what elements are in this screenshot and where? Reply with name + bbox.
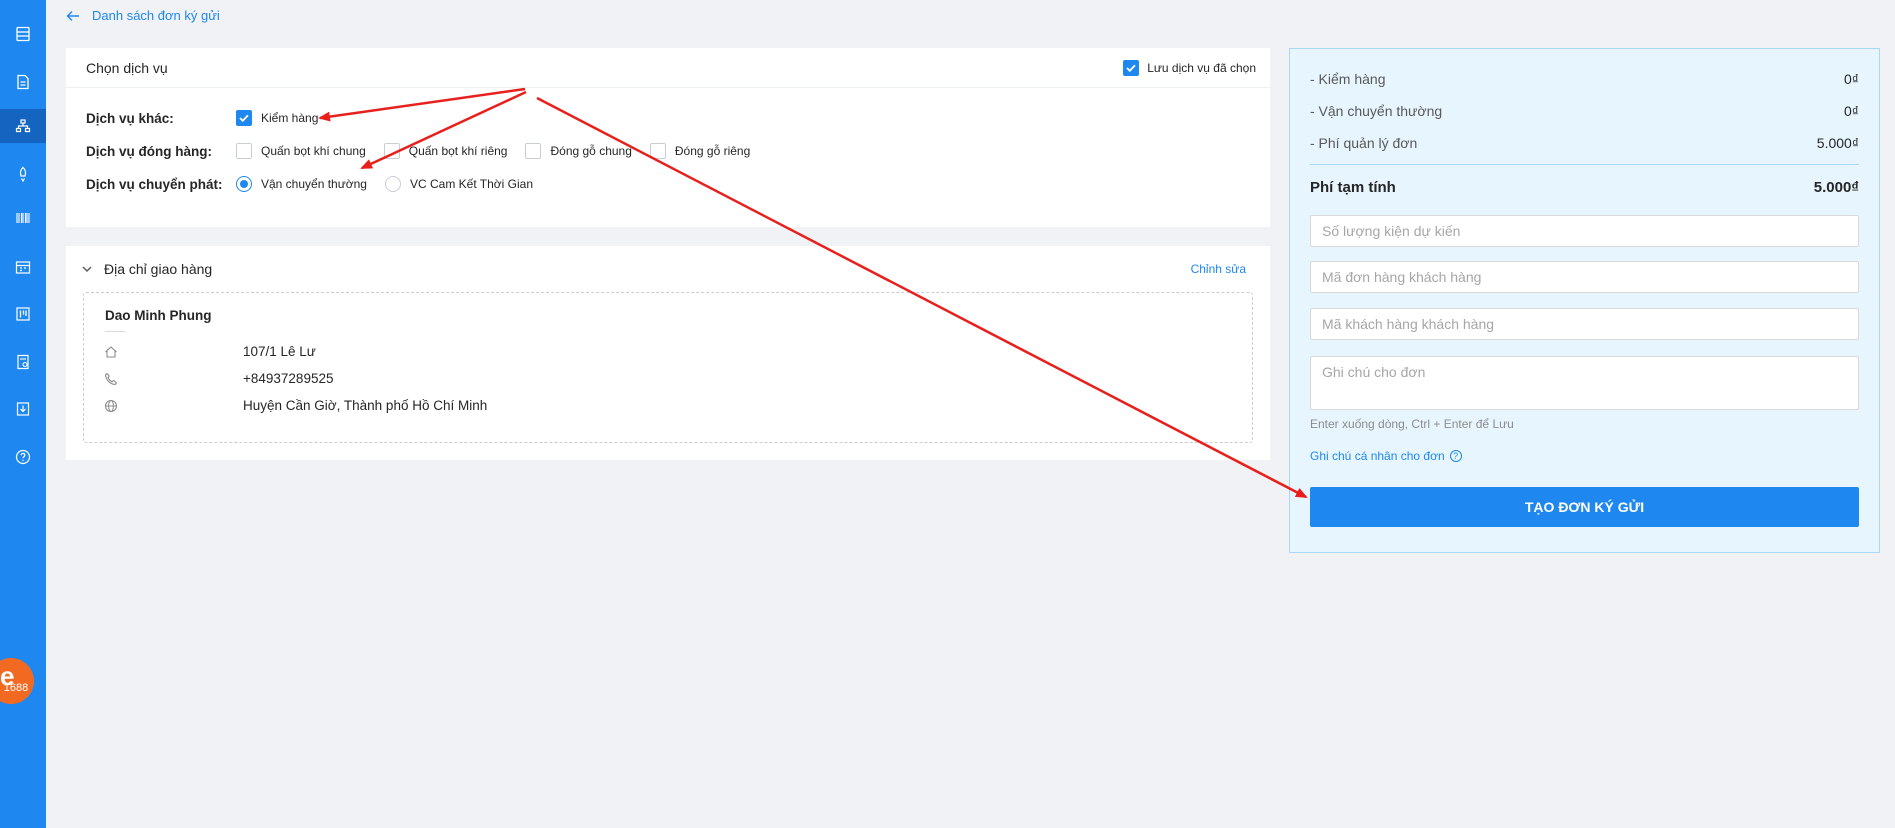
other-services-row: Dịch vụ khác: Kiểm hàng: [86, 110, 336, 126]
delivery-services-row: Dịch vụ chuyển phát: Vận chuyển thường V…: [86, 176, 551, 192]
fee-row: - Phí quản lý đơn 5.000₫: [1310, 135, 1859, 151]
region-line: Huyện Cần Giờ, Thành phố Hồ Chí Minh: [104, 398, 487, 413]
document-icon[interactable]: [0, 65, 46, 99]
fee-value: 0₫: [1844, 103, 1859, 119]
dong-go-chung-checkbox[interactable]: [525, 143, 542, 159]
save-services-checkbox[interactable]: [1123, 59, 1140, 76]
address-header: Địa chỉ giao hàng Chỉnh sửa: [66, 246, 1270, 292]
phone-text: +84937289525: [243, 371, 334, 386]
list-icon[interactable]: [0, 17, 46, 51]
personal-note-link[interactable]: Ghi chú cá nhân cho đơn ?: [1310, 449, 1462, 463]
note-hint: Enter xuống dòng, Ctrl + Enter để Lưu: [1310, 417, 1514, 431]
other-services-label: Dịch vụ khác:: [86, 110, 174, 126]
name-divider: [105, 331, 125, 332]
dong-go-rieng-label: Đóng gỗ riêng: [674, 144, 751, 158]
chevron-down-icon[interactable]: [82, 266, 92, 273]
logo-1688[interactable]: e 1688: [0, 658, 34, 704]
option-dong-go-rieng[interactable]: Đóng gỗ riêng: [649, 143, 751, 159]
address-title: Địa chỉ giao hàng: [104, 261, 213, 277]
check-icon: [1126, 64, 1136, 72]
sidebar: e 1688: [0, 0, 46, 828]
dong-go-rieng-checkbox[interactable]: [649, 143, 666, 159]
home-icon: [105, 345, 117, 358]
order-note-textarea[interactable]: [1310, 356, 1859, 410]
van-chuyen-thuong-label: Vận chuyển thường: [261, 177, 367, 191]
quan-bot-khi-chung-label: Quấn bọt khí chung: [261, 144, 366, 158]
recipient-name: Dao Minh Phung: [105, 308, 212, 323]
quan-bot-khi-chung-checkbox[interactable]: [236, 143, 252, 159]
vc-cam-ket-radio[interactable]: [384, 176, 401, 192]
service-card-title: Chọn dịch vụ: [86, 59, 168, 76]
logo-mark: e: [0, 661, 15, 691]
calendar-icon[interactable]: [0, 250, 46, 284]
service-card: Chọn dịch vụ Lưu dịch vụ đã chọn Dịch vụ…: [66, 48, 1270, 227]
summary-panel: - Kiểm hàng 0₫ - Vận chuyển thường 0₫ - …: [1289, 48, 1880, 553]
packing-services-row: Dịch vụ đóng hàng: Quấn bọt khí chung Qu…: [86, 143, 768, 159]
check-icon: [239, 114, 249, 122]
option-vc-cam-ket[interactable]: VC Cam Kết Thời Gian: [384, 176, 534, 192]
address-card: Địa chỉ giao hàng Chỉnh sửa Dao Minh Phu…: [66, 246, 1270, 460]
save-services-option[interactable]: Lưu dịch vụ đã chọn: [1123, 59, 1256, 76]
region-text: Huyện Cần Giờ, Thành phố Hồ Chí Minh: [243, 398, 488, 413]
quan-bot-khi-rieng-checkbox[interactable]: [383, 143, 400, 159]
option-quan-bot-khi-chung[interactable]: Quấn bọt khí chung: [236, 143, 366, 159]
summary-divider: [1310, 164, 1859, 165]
order-code-input[interactable]: [1310, 261, 1859, 293]
dong-go-chung-label: Đóng gỗ chung: [550, 144, 632, 158]
phone-icon: [104, 372, 118, 385]
create-order-button[interactable]: TẠO ĐƠN KÝ GỬI: [1310, 487, 1859, 527]
address-box: Dao Minh Phung 107/1 Lê Lư +84937289525 …: [83, 292, 1253, 443]
question-icon[interactable]: ?: [1449, 450, 1462, 462]
kiem-hang-label: Kiểm hàng: [261, 111, 319, 125]
board-icon[interactable]: [0, 297, 46, 331]
packing-services-label: Dịch vụ đóng hàng:: [86, 143, 212, 159]
vc-cam-ket-label: VC Cam Kết Thời Gian: [409, 177, 534, 191]
option-van-chuyen-thuong[interactable]: Vận chuyển thường: [236, 176, 367, 192]
sitemap-icon[interactable]: [0, 109, 46, 143]
option-quan-bot-khi-rieng[interactable]: Quấn bọt khí riêng: [383, 143, 508, 159]
breadcrumb-link[interactable]: Danh sách đơn ký gửi: [92, 8, 220, 23]
edit-address-link[interactable]: Chỉnh sửa: [1191, 262, 1246, 276]
van-chuyen-thuong-radio[interactable]: [236, 176, 252, 192]
download-icon[interactable]: [0, 392, 46, 426]
delivery-services-label: Dịch vụ chuyển phát:: [86, 176, 223, 192]
report-icon[interactable]: [0, 345, 46, 379]
fee-row: - Vận chuyển thường 0₫: [1310, 103, 1859, 119]
breadcrumb[interactable]: Danh sách đơn ký gửi: [66, 8, 220, 23]
globe-icon: [104, 399, 118, 412]
back-arrow-icon[interactable]: [66, 10, 80, 22]
rocket-icon[interactable]: [0, 157, 46, 191]
fee-value: 0₫: [1844, 71, 1859, 87]
option-kiem-hang[interactable]: Kiểm hàng: [236, 110, 318, 126]
kiem-hang-checkbox[interactable]: [236, 110, 252, 126]
phone-line: +84937289525: [104, 371, 333, 386]
street-line: 107/1 Lê Lư: [104, 344, 316, 359]
total-row: Phí tạm tính 5.000₫: [1310, 179, 1859, 196]
personal-note-label[interactable]: Ghi chú cá nhân cho đơn: [1310, 449, 1445, 463]
service-card-header: Chọn dịch vụ Lưu dịch vụ đã chọn: [66, 48, 1270, 88]
package-count-input[interactable]: [1310, 215, 1859, 247]
barcode-icon[interactable]: [0, 201, 46, 235]
option-dong-go-chung[interactable]: Đóng gỗ chung: [525, 143, 632, 159]
total-value: 5.000₫: [1813, 179, 1859, 196]
fee-value: 5.000₫: [1816, 135, 1859, 151]
customer-code-input[interactable]: [1310, 308, 1859, 340]
fee-label: - Phí quản lý đơn: [1310, 135, 1418, 151]
save-services-label: Lưu dịch vụ đã chọn: [1147, 60, 1256, 75]
fee-label: - Vận chuyển thường: [1310, 103, 1443, 119]
quan-bot-khi-rieng-label: Quấn bọt khí riêng: [408, 144, 508, 158]
help-icon[interactable]: [0, 440, 46, 474]
total-label: Phí tạm tính: [1310, 179, 1396, 196]
fee-label: - Kiểm hàng: [1310, 71, 1386, 87]
street-text: 107/1 Lê Lư: [243, 344, 316, 359]
fee-row: - Kiểm hàng 0₫: [1310, 71, 1859, 87]
